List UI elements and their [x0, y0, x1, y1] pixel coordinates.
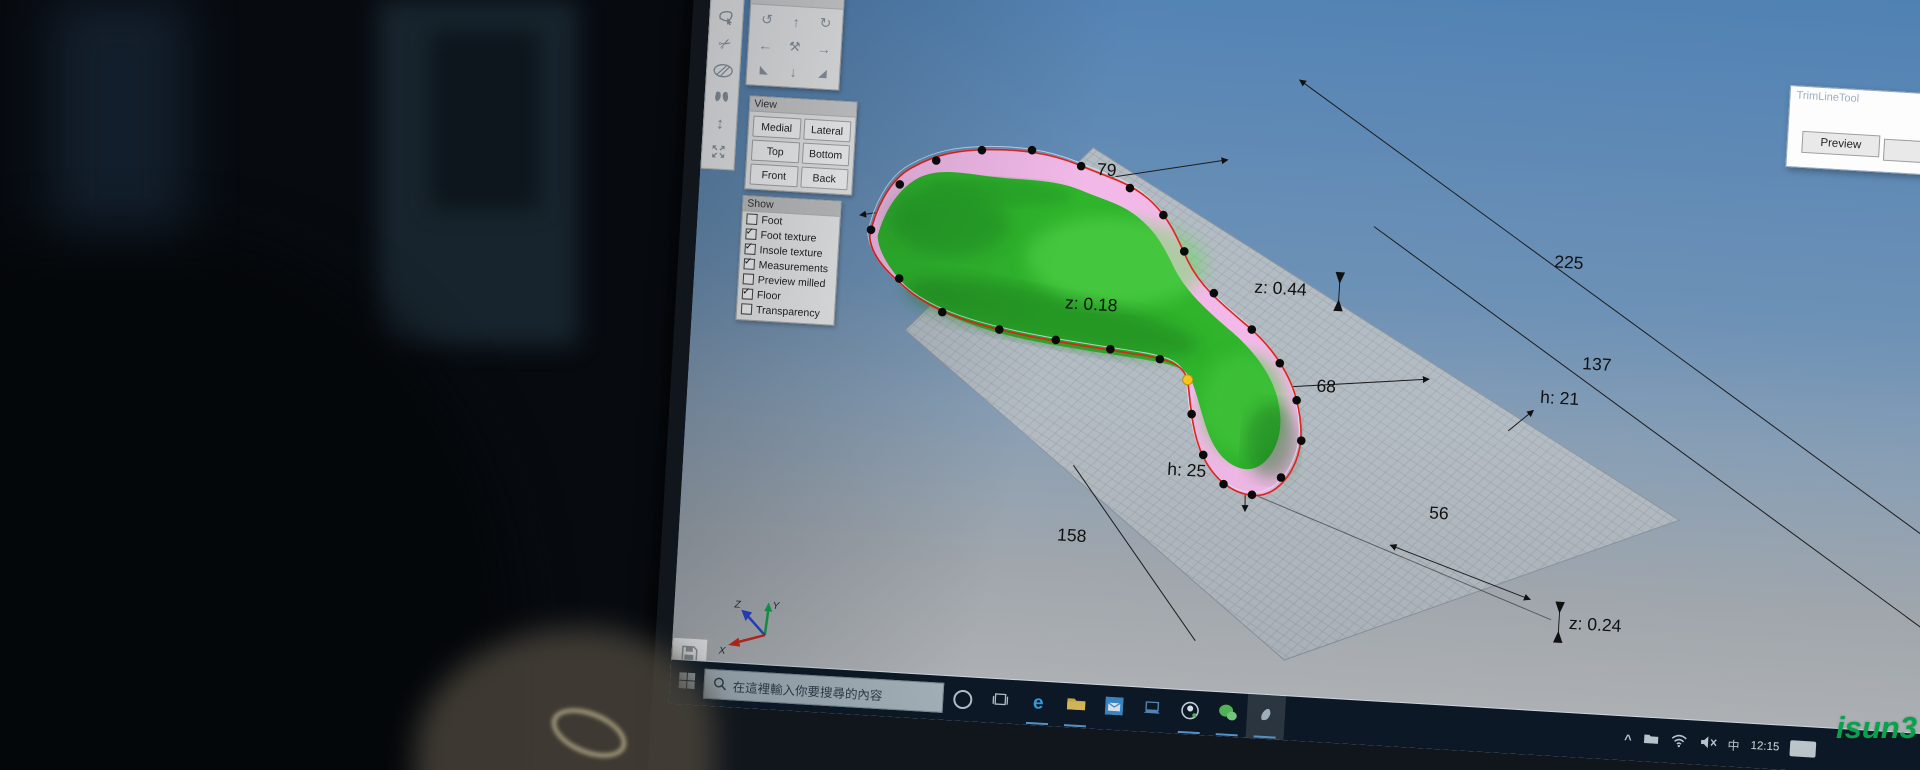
label-lateral-height: h: 21 — [1540, 387, 1580, 409]
search-placeholder: 在這裡輸入你要搜尋的內容 — [732, 676, 883, 704]
background-monitor-shadow — [430, 30, 540, 210]
show-item-label: Floor — [757, 289, 782, 302]
ok-button[interactable]: OK — [1883, 139, 1920, 168]
rotate-ccw-icon[interactable] — [752, 7, 783, 32]
mail-icon — [1104, 696, 1123, 720]
touch-keyboard-button[interactable] — [1790, 740, 1817, 758]
isun-logo: isun3 — [1836, 710, 1917, 746]
view-lateral-button[interactable]: Lateral — [803, 119, 852, 143]
wechat-button[interactable] — [1208, 692, 1249, 738]
qq-icon — [1180, 701, 1199, 725]
tray-folder-icon[interactable] — [1642, 732, 1659, 748]
edge-browser-button[interactable] — [1018, 680, 1059, 726]
view-top-button[interactable]: Top — [751, 140, 800, 164]
expand-icon[interactable] — [708, 142, 729, 161]
label-medial-height: h: 25 — [1167, 459, 1207, 481]
select-region-icon[interactable] — [716, 7, 737, 26]
label-heel-length: 158 — [1057, 524, 1087, 546]
search-icon — [712, 676, 727, 694]
search-input[interactable]: 在這裡輸入你要搜尋的內容 — [703, 669, 944, 713]
axis-x-label: X — [717, 645, 726, 656]
hatch-area-icon[interactable] — [713, 61, 734, 80]
label-z-medial: z: 0.18 — [1064, 292, 1118, 315]
laptop-icon — [1141, 699, 1162, 721]
label-arch-width: 68 — [1316, 375, 1337, 396]
move-up-icon[interactable] — [781, 9, 812, 34]
dialog-title: TrimLineTool — [1790, 86, 1920, 122]
rotate-cw-icon[interactable] — [810, 11, 841, 36]
task-view-button[interactable] — [980, 678, 1021, 724]
view-bottom-button[interactable]: Bottom — [801, 143, 850, 167]
cortana-button[interactable] — [942, 676, 983, 722]
scissors-icon[interactable] — [714, 34, 735, 53]
ime-indicator[interactable]: 中 — [1727, 736, 1740, 754]
checkbox[interactable] — [742, 288, 754, 300]
move-down-icon[interactable] — [778, 59, 809, 84]
tray-expand-icon[interactable] — [1624, 731, 1632, 746]
preview-button[interactable]: Preview — [1801, 131, 1880, 158]
file-explorer-button[interactable] — [1056, 683, 1097, 729]
navigation-panel — [745, 0, 844, 91]
wechat-icon — [1217, 703, 1238, 727]
monitor-screen: 79 225 137 h: 21 z: 0.44 z: 0.18 68 h: 2… — [669, 0, 1920, 770]
label-total-length: 225 — [1554, 251, 1584, 273]
clock[interactable]: 12:15 — [1750, 740, 1779, 754]
checkbox[interactable] — [745, 228, 757, 240]
label-mid-length: 137 — [1582, 353, 1612, 375]
checkbox[interactable] — [743, 258, 755, 270]
mail-app-button[interactable] — [1094, 685, 1135, 731]
checkbox[interactable] — [746, 213, 758, 225]
view-front-button[interactable]: Front — [749, 164, 798, 188]
insole-app-icon — [1255, 704, 1276, 730]
show-panel: Show Foot Foot texture Insole texture Me… — [735, 195, 841, 326]
this-pc-button[interactable] — [1132, 687, 1173, 733]
checkbox[interactable] — [744, 243, 756, 255]
move-left-icon[interactable] — [750, 32, 781, 57]
qq-button[interactable] — [1170, 689, 1211, 735]
show-item-label: Transparency — [756, 304, 820, 320]
show-item-label: Foot — [761, 214, 783, 227]
insole-pair-icon[interactable] — [711, 88, 732, 107]
cortana-icon — [952, 689, 972, 709]
label-heel-width: 56 — [1429, 502, 1450, 523]
task-view-icon — [992, 691, 1009, 711]
volume-muted-icon[interactable] — [1698, 734, 1717, 752]
move-right-icon[interactable] — [809, 36, 840, 61]
checkbox[interactable] — [741, 303, 753, 315]
insole-app-button[interactable] — [1246, 694, 1287, 740]
tilt-left-icon[interactable] — [749, 57, 780, 82]
label-z-forefoot: z: 0.44 — [1254, 277, 1308, 300]
view-panel: View Medial Lateral Top Bottom Front Bac… — [744, 95, 857, 195]
selected-trim-point[interactable] — [1182, 375, 1193, 386]
label-z-heel: z: 0.24 — [1568, 613, 1622, 636]
photo-of-monitor: 79 225 137 h: 21 z: 0.44 z: 0.18 68 h: 2… — [0, 0, 1920, 770]
tilt-right-icon[interactable] — [807, 61, 838, 86]
wifi-icon[interactable] — [1669, 733, 1688, 751]
view-back-button[interactable]: Back — [800, 167, 849, 191]
label-forefoot-width: 79 — [1096, 159, 1117, 180]
height-adjust-icon[interactable] — [709, 115, 730, 134]
tools-icon[interactable] — [779, 34, 810, 59]
view-medial-button[interactable]: Medial — [752, 116, 801, 140]
checkbox[interactable] — [743, 273, 755, 285]
folder-icon — [1066, 695, 1087, 717]
